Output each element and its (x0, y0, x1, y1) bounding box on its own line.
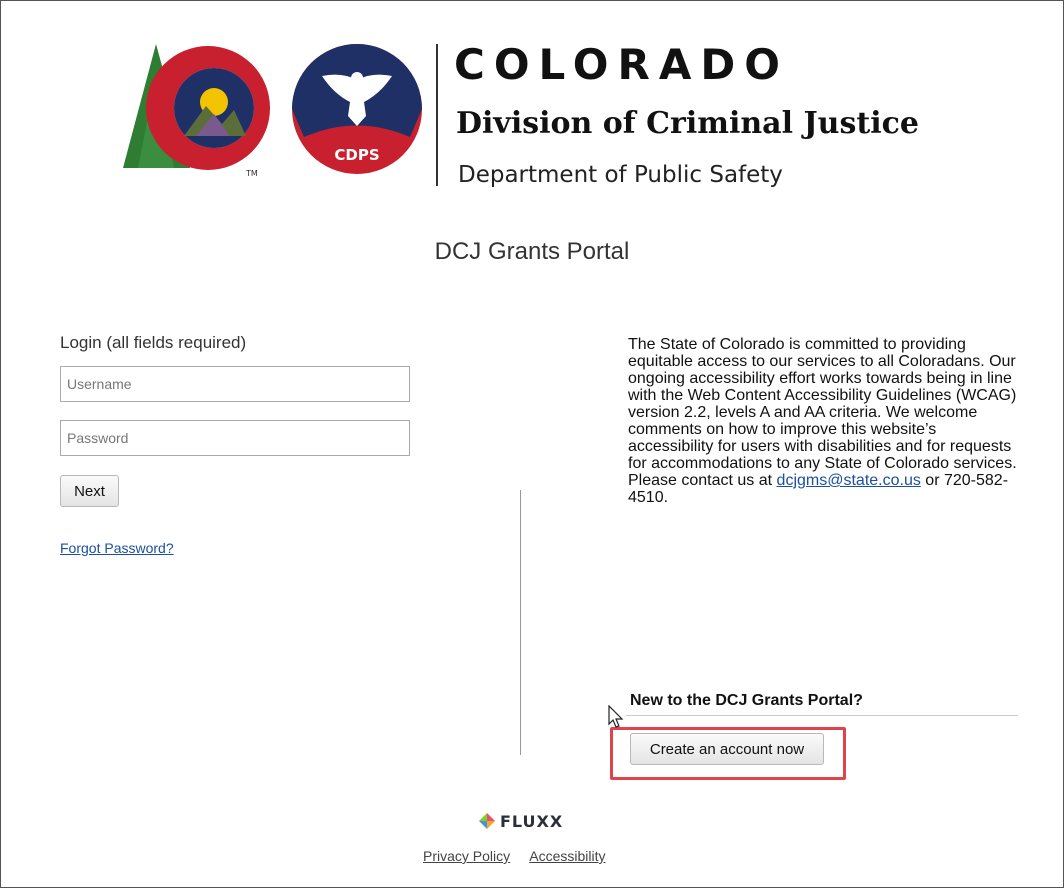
header-divider (436, 44, 438, 186)
state-name: COLORADO (454, 40, 789, 89)
username-input[interactable] (60, 366, 410, 402)
fluxx-logo-icon (479, 813, 495, 829)
contact-email-link[interactable]: dcjgms@state.co.us (777, 472, 921, 489)
signup-divider (626, 715, 1018, 716)
create-account-button[interactable]: Create an account now (630, 733, 824, 765)
password-input[interactable] (60, 420, 410, 456)
colorado-logo: TM (123, 44, 270, 176)
trademark: TM (245, 169, 258, 176)
division-name: Division of Criminal Justice (456, 106, 919, 141)
privacy-policy-link[interactable]: Privacy Policy (423, 848, 510, 864)
fluxx-brand-text: FLUXX (500, 811, 564, 831)
page-title: DCJ Grants Portal (434, 238, 630, 265)
mouse-cursor-icon (608, 705, 624, 728)
login-label: Login (all fields required) (60, 333, 247, 352)
accessibility-link[interactable]: Accessibility (529, 848, 605, 864)
forgot-password-link[interactable]: Forgot Password? (60, 540, 174, 556)
cdps-badge-text: CDPS (334, 146, 379, 164)
fluxx-brand: FLUXX (478, 810, 563, 832)
next-button[interactable]: Next (60, 475, 119, 507)
cdps-eagle-logo: CDPS (292, 44, 422, 174)
accessibility-statement: The State of Colorado is committed to pr… (628, 336, 1023, 506)
footer-links: Privacy Policy Accessibility (423, 848, 622, 864)
accessibility-body: The State of Colorado is committed to pr… (628, 336, 1017, 489)
column-divider (520, 490, 521, 755)
header-logo-area: TM CDPS COLORADO Division of Criminal Ju… (118, 36, 938, 196)
department-name: Department of Public Safety (458, 162, 783, 188)
signup-heading: New to the DCJ Grants Portal? (630, 692, 863, 709)
